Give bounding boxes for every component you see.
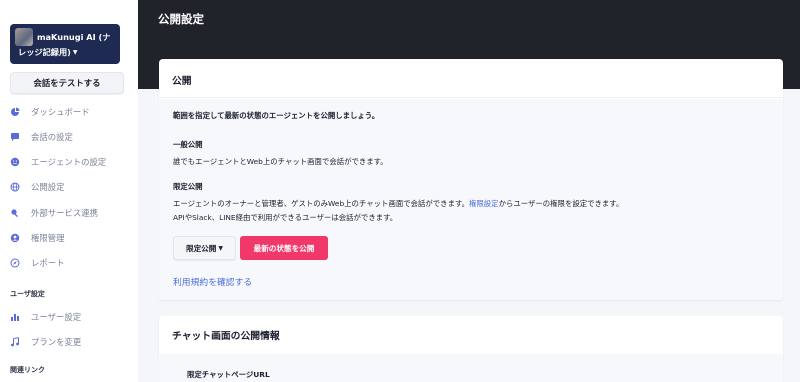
agent-avatar <box>15 28 33 46</box>
sidebar-item-user-settings[interactable]: ユーザー設定 <box>10 310 81 324</box>
related-links-section-label: 関連リンク <box>10 366 45 374</box>
sidebar-item-label: プランを変更 <box>31 337 82 347</box>
publish-card-title: 公開 <box>159 59 783 98</box>
sidebar-item-change-plan[interactable]: プランを変更 <box>10 335 81 349</box>
chat-page-card: チャット画面の公開情報 限定チャットページURL <box>159 316 783 382</box>
bar-chart-icon <box>10 312 20 322</box>
sidebar-item-conversation-settings[interactable]: 会話の設定 <box>10 130 73 144</box>
sidebar: maKunugi AI (ナ レッジ記録用) ▼ 会話をテストする ダッシュボード… <box>0 0 138 382</box>
agent-name-line2: レッジ記録用) <box>18 47 71 57</box>
general-publish-heading: 一般公開 <box>173 140 203 149</box>
sidebar-item-publish-settings[interactable]: 公開設定 <box>10 180 65 194</box>
plug-icon <box>10 208 20 218</box>
sidebar-item-external-services[interactable]: 外部サービス連携 <box>10 206 98 220</box>
limited-publish-heading: 限定公開 <box>173 182 203 191</box>
sidebar-item-label: ダッシュボード <box>31 107 90 117</box>
permission-settings-link[interactable]: 権限設定 <box>469 199 499 208</box>
smiley-icon <box>10 157 20 167</box>
sidebar-item-label: エージェントの設定 <box>31 157 107 167</box>
sidebar-item-dashboard[interactable]: ダッシュボード <box>10 105 90 119</box>
compass-icon <box>10 258 20 268</box>
user-settings-section-label: ユーザ設定 <box>10 290 45 298</box>
publish-scope-select[interactable]: 限定公開 ▼ <box>173 236 236 260</box>
globe-icon <box>10 182 20 192</box>
caret-down-icon: ▼ <box>72 48 78 56</box>
music-icon <box>10 337 20 347</box>
page-title: 公開設定 <box>158 12 204 26</box>
sidebar-item-label: レポート <box>31 258 65 268</box>
limited-desc-text: エージェントのオーナーと管理者、ゲストのみWeb上のチャット画面で会話ができます… <box>173 199 469 208</box>
chat-page-card-title: チャット画面の公開情報 <box>172 331 280 342</box>
user-circle-icon <box>10 233 20 243</box>
publish-scope-value: 限定公開 <box>186 243 217 253</box>
sidebar-item-label: 外部サービス連携 <box>31 208 98 218</box>
limited-publish-desc2: APIやSlack、LINE経由で利用ができるユーザーは会話ができます。 <box>173 213 398 222</box>
sidebar-item-label: 権限管理 <box>31 233 65 243</box>
sidebar-item-label: 公開設定 <box>31 182 65 192</box>
publish-intro: 範囲を指定して最新の状態のエージェントを公開しましょう。 <box>173 111 380 120</box>
general-publish-desc: 誰でもエージェントとWeb上のチャット画面で会話ができます。 <box>173 157 388 166</box>
limited-desc-text-post: からユーザーの権限を設定できます。 <box>498 199 624 208</box>
publish-card: 公開 範囲を指定して最新の状態のエージェントを公開しましょう。 一般公開 誰でも… <box>159 59 783 300</box>
limited-publish-desc: エージェントのオーナーと管理者、ゲストのみWeb上のチャット画面で会話ができます… <box>173 198 623 209</box>
sidebar-item-agent-settings[interactable]: エージェントの設定 <box>10 155 106 169</box>
pie-chart-icon <box>10 107 20 117</box>
chat-bubble-icon <box>10 132 20 142</box>
sidebar-item-permissions[interactable]: 権限管理 <box>10 231 65 245</box>
agent-switcher[interactable]: maKunugi AI (ナ レッジ記録用) ▼ <box>10 24 120 64</box>
publish-latest-button[interactable]: 最新の状態を公開 <box>240 236 328 260</box>
agent-name-line1: maKunugi AI (ナ <box>37 32 111 42</box>
sidebar-item-label: ユーザー設定 <box>31 312 82 322</box>
sidebar-item-label: 会話の設定 <box>31 132 73 142</box>
limited-chat-url-heading: 限定チャットページURL <box>187 370 270 379</box>
caret-down-icon: ▼ <box>218 244 223 252</box>
publish-card-body: 範囲を指定して最新の状態のエージェントを公開しましょう。 一般公開 誰でもエージ… <box>159 99 783 300</box>
terms-link[interactable]: 利用規約を確認する <box>173 275 252 288</box>
sidebar-item-report[interactable]: レポート <box>10 256 65 270</box>
test-conversation-button[interactable]: 会話をテストする <box>10 72 124 94</box>
